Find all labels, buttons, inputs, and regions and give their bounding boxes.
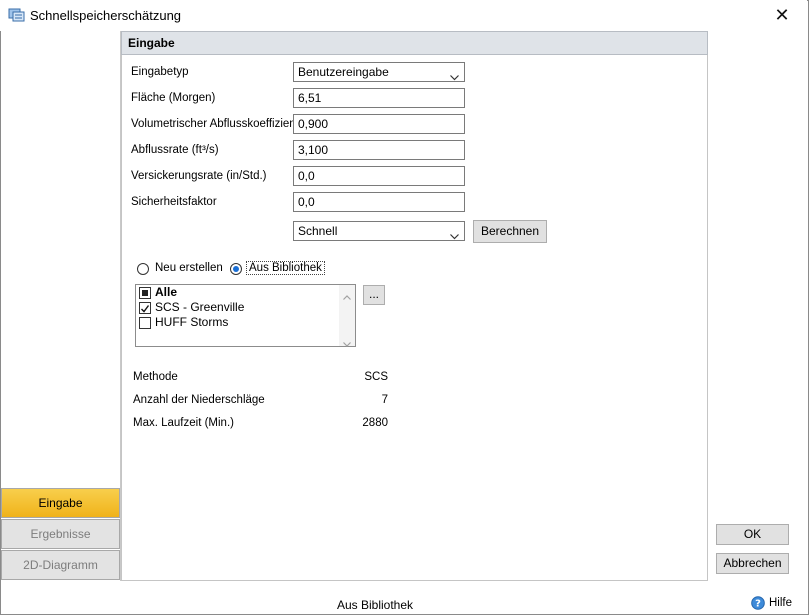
radio-new[interactable] [137, 263, 149, 275]
ok-button[interactable]: OK [716, 524, 789, 545]
compute-button[interactable]: Berechnen [473, 220, 547, 243]
flow-label: Abflussrate (ft³/s) [131, 144, 219, 156]
input-type-select[interactable]: Benutzereingabe [293, 62, 465, 82]
chevron-down-icon [450, 227, 459, 240]
count-info-value: 7 [381, 394, 388, 406]
browse-button[interactable]: ... [363, 285, 385, 305]
list-item: HUFF Storms [155, 315, 229, 329]
method-value: Schnell [298, 224, 338, 238]
infiltration-input[interactable]: 0,0 [293, 166, 465, 186]
svg-text:?: ? [755, 599, 761, 610]
list-item: SCS - Greenville [155, 300, 245, 314]
chevron-down-icon[interactable] [343, 336, 351, 350]
sidebar-item-ergebnisse[interactable]: Ergebnisse [1, 519, 120, 549]
chevron-down-icon [450, 68, 459, 81]
help-icon: ? [751, 596, 765, 613]
radio-library[interactable] [230, 263, 242, 275]
method-info-label: Methode [133, 371, 178, 383]
input-type-label: Eingabetyp [131, 66, 189, 78]
area-input[interactable]: 6,51 [293, 88, 465, 108]
safety-label: Sicherheitsfaktor [131, 196, 217, 208]
method-info-value: SCS [364, 371, 388, 383]
close-button[interactable]: ✕ [770, 4, 794, 26]
title-bar: Schnellspeicherschätzung ✕ [0, 0, 807, 31]
duration-info-value: 2880 [362, 417, 388, 429]
sidebar-item-eingabe[interactable]: Eingabe [1, 488, 120, 518]
cancel-button[interactable]: Abbrechen [716, 553, 789, 574]
panel-header: Eingabe [121, 31, 708, 55]
chevron-up-icon[interactable] [343, 289, 351, 303]
coeff-label: Volumetrischer Abflusskoeffizient [131, 118, 299, 130]
flow-input[interactable]: 3,100 [293, 140, 465, 160]
window-title: Schnellspeicherschätzung [30, 8, 182, 23]
coeff-input[interactable]: 0,900 [293, 114, 465, 134]
storm-checkbox-scs[interactable] [139, 302, 151, 314]
sidebar-item-2d-diagramm[interactable]: 2D-Diagramm [1, 550, 120, 580]
safety-input[interactable]: 0,0 [293, 192, 465, 212]
radio-selected-dot [233, 266, 239, 272]
radio-library-label: Aus Bibliothek [246, 261, 325, 275]
duration-info-label: Max. Laufzeit (Min.) [133, 417, 234, 429]
help-button[interactable]: ? Hilfe [751, 596, 801, 612]
status-text: Aus Bibliothek [336, 598, 414, 612]
help-label: Hilfe [769, 597, 793, 609]
check-icon [140, 303, 150, 317]
infiltration-label: Versickerungsrate (in/Std.) [131, 170, 267, 182]
count-info-label: Anzahl der Niederschläge [133, 394, 265, 406]
storm-checkbox-all[interactable] [139, 287, 151, 299]
method-select[interactable]: Schnell [293, 221, 465, 241]
list-item: Alle [155, 285, 178, 299]
area-label: Fläche (Morgen) [131, 92, 216, 104]
close-icon: ✕ [774, 5, 790, 25]
radio-new-label: Neu erstellen [155, 262, 223, 274]
list-scrollbar[interactable] [339, 285, 355, 347]
storage-app-icon [8, 7, 26, 23]
partial-mark [142, 290, 148, 296]
input-type-value: Benutzereingabe [298, 65, 389, 79]
storm-checkbox-huff[interactable] [139, 317, 151, 329]
